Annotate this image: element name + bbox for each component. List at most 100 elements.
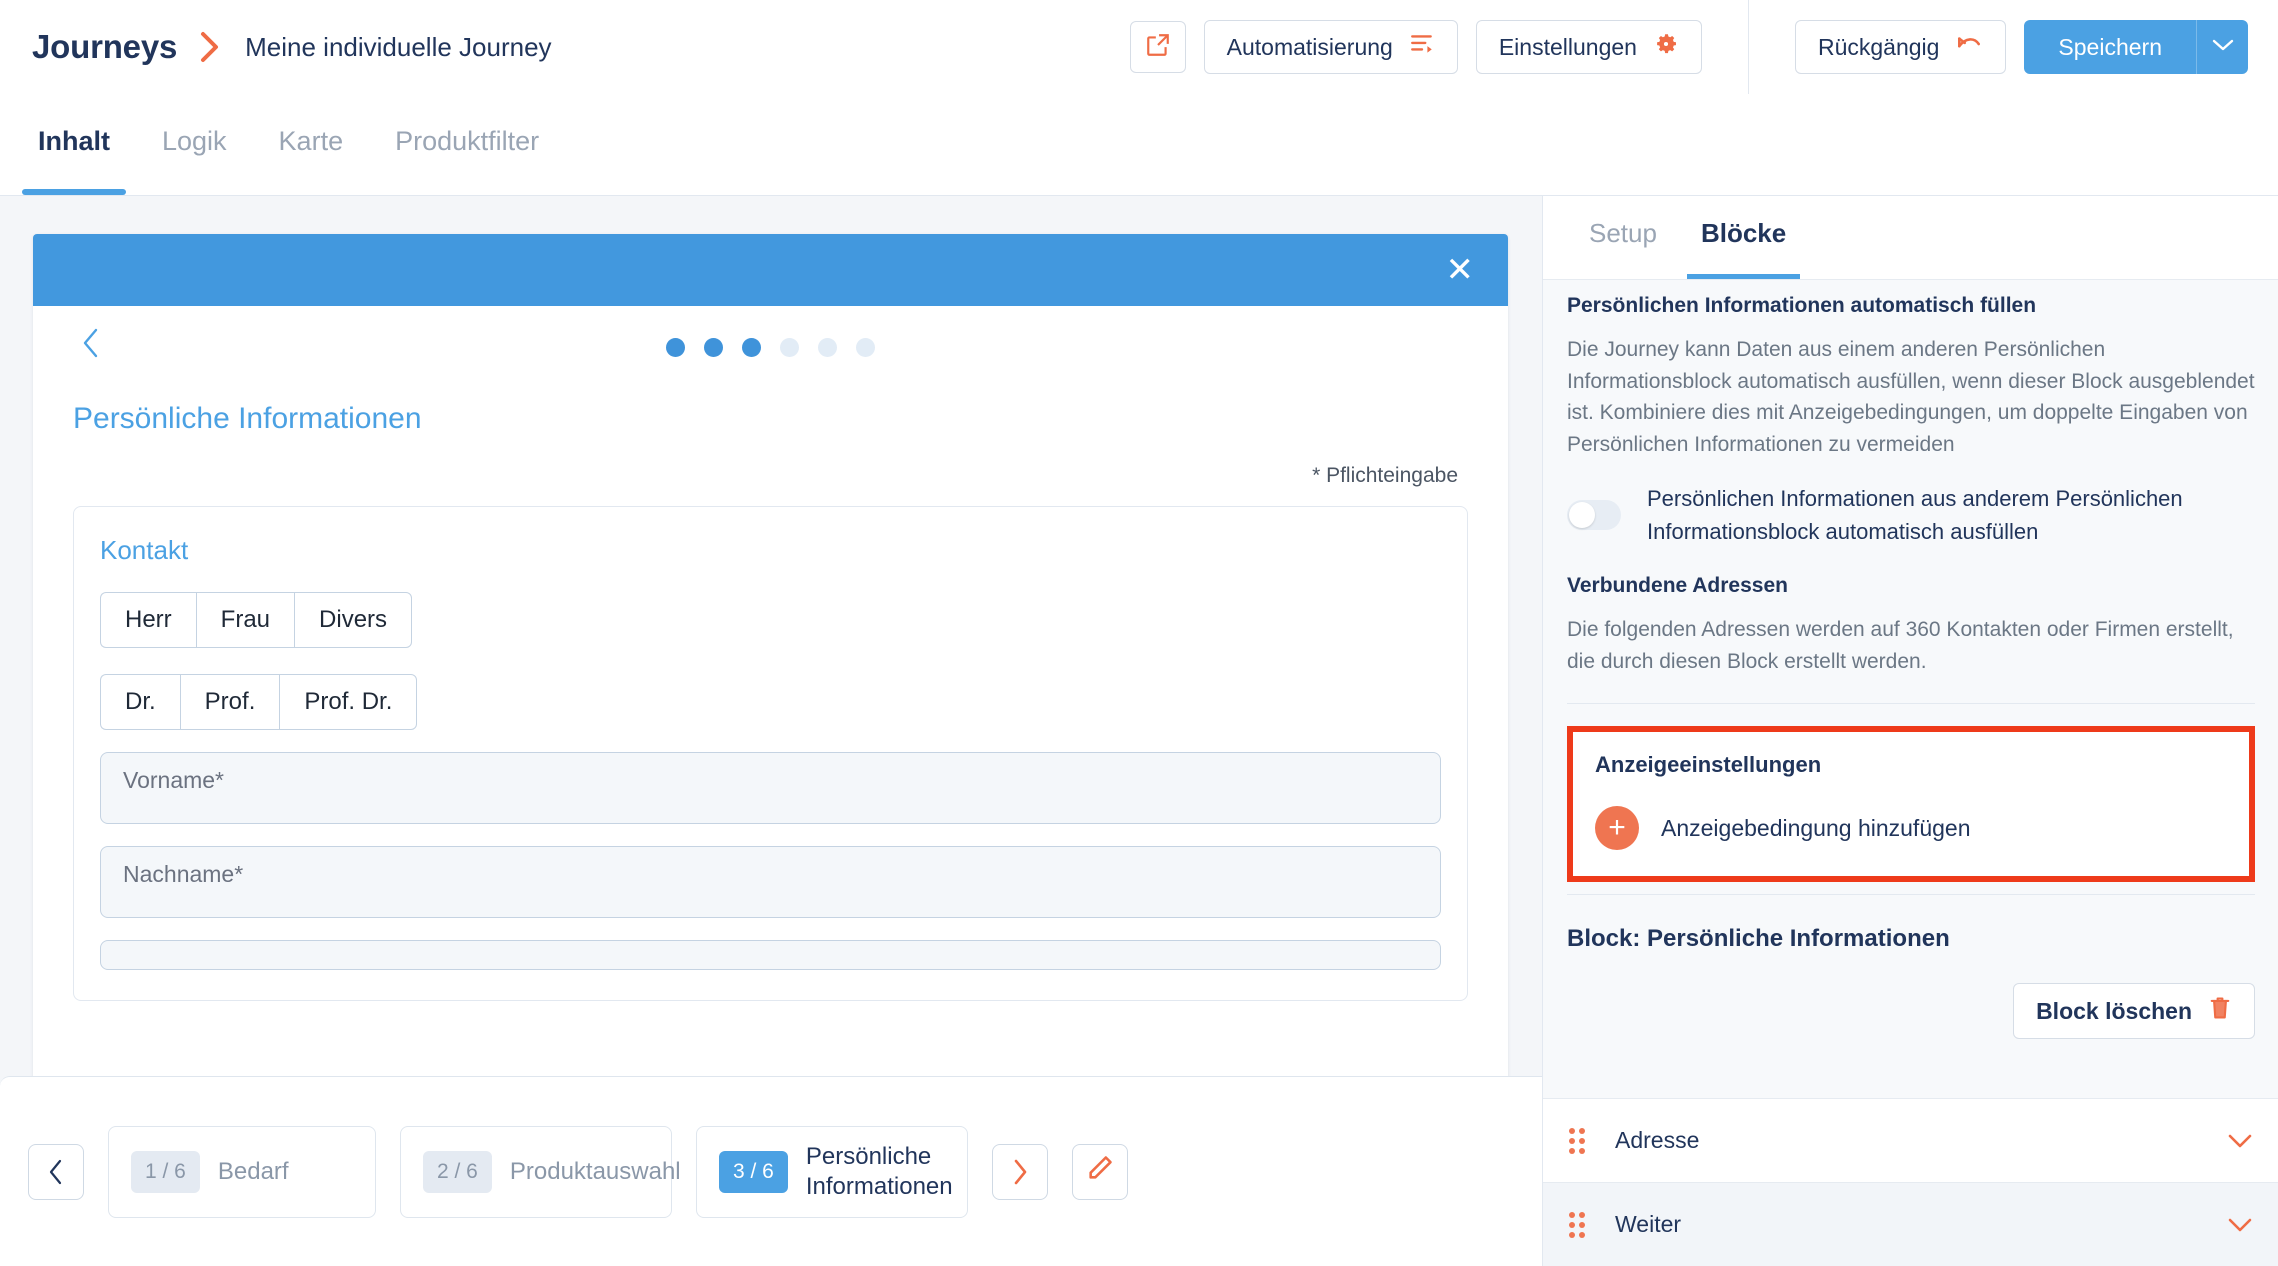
automation-list-icon [1409,32,1435,62]
panel-tabs: Setup Blöcke [1543,196,2278,280]
vorname-input[interactable]: Vorname* [100,752,1441,824]
kontakt-fieldset: Kontakt Herr Frau Divers Dr. Prof. Prof.… [73,506,1468,1001]
body-area: ✕ Persönliche Informationen * Pflichtein… [0,196,2278,1266]
carousel-dot[interactable] [666,337,685,357]
linked-addresses-heading: Verbundene Adressen [1567,574,1788,597]
block-list-item-adresse[interactable]: Adresse [1543,1098,2278,1182]
drag-handle-icon[interactable] [1569,1127,1585,1154]
step-label: Bedarf [217,1157,289,1185]
next-field-input-clipped[interactable] [100,940,1441,970]
toolbar-divider [1747,0,1749,94]
preview-form-body: Persönliche Informationen * Pflichteinga… [33,388,1508,1001]
step-label: Persönliche Informationen [805,1143,953,1200]
block-list-item-label: Weiter [1615,1211,1682,1237]
carousel-dot[interactable] [818,337,837,357]
tab-logik[interactable]: Logik [136,94,253,195]
add-display-condition-label: Anzeigebedingung hinzufügen [1661,814,1971,841]
step-badge: 2 / 6 [423,1150,492,1193]
block-title: Block: Persönliche Informationen [1567,925,1950,952]
save-dropdown-button[interactable] [2196,20,2248,74]
block-list: Adresse Weiter [1543,1098,2278,1266]
pencil-icon [1086,1154,1114,1189]
journey-step-bar: 1 / 6 Bedarf 2 / 6 Produktauswahl 3 / 6 … [0,1076,1542,1266]
tab-inhalt[interactable]: Inhalt [12,94,136,195]
required-field-note: * Pflichteingabe [1312,464,1458,487]
fieldset-heading: Kontakt [100,535,189,565]
external-link-button[interactable] [1129,21,1186,73]
panel-scroll-area[interactable]: Persönlichen Informationen automatisch f… [1543,280,2278,1266]
add-display-condition-button[interactable]: + Anzeigebedingung hinzufügen [1595,806,2227,850]
delete-block-row: Block löschen [1543,953,2278,1039]
main-tabs: Inhalt Logik Karte Produktfilter [0,94,2278,196]
step-card-bedarf[interactable]: 1 / 6 Bedarf [108,1125,376,1218]
autofill-section: Persönlichen Informationen automatisch f… [1543,280,2278,548]
automation-button[interactable]: Automatisierung [1203,20,1458,74]
chevron-down-icon [2212,38,2234,57]
step-next-button[interactable] [992,1143,1048,1200]
salutation-option-herr[interactable]: Herr [100,592,196,648]
carousel-dot[interactable] [780,337,799,357]
breadcrumb: Journeys Meine individuelle Journey [0,28,552,66]
autofill-toggle[interactable] [1567,500,1621,530]
linked-addresses-section: Verbundene Adressen Die folgenden Adress… [1543,548,2278,677]
save-button[interactable]: Speichern [2024,20,2196,74]
preview-hero-banner: ✕ [33,234,1508,306]
carousel-dot[interactable] [704,337,723,357]
linked-addresses-description: Die folgenden Adressen werden auf 360 Ko… [1567,618,2234,673]
step-badge: 3 / 6 [719,1150,788,1193]
save-button-group: Speichern [2024,20,2278,74]
undo-button-label: Rückgängig [1817,33,1940,60]
step-card-persoenliche-informationen[interactable]: 3 / 6 Persönliche Informationen [696,1125,968,1218]
carousel-dot[interactable] [742,337,761,357]
chevron-down-icon[interactable] [2227,1209,2253,1240]
toggle-knob [1569,502,1595,528]
drag-handle-icon[interactable] [1569,1211,1585,1238]
chevron-right-icon [197,30,223,64]
plus-circle-icon: + [1595,806,1639,850]
chevron-left-icon[interactable] [81,327,101,367]
step-label: Produktauswahl [509,1157,681,1185]
form-heading: Persönliche Informationen [73,402,422,435]
delete-block-label: Block löschen [2036,997,2192,1024]
title-option-dr[interactable]: Dr. [100,674,180,730]
close-icon[interactable]: ✕ [1446,253,1475,287]
carousel-dots [666,337,875,357]
tab-produktfilter[interactable]: Produktfilter [369,94,565,195]
app-root: Journeys Meine individuelle Journey Auto… [0,0,2278,1266]
brand-journeys[interactable]: Journeys [32,28,177,66]
title-option-prof-dr[interactable]: Prof. Dr. [279,674,418,730]
autofill-heading: Persönlichen Informationen automatisch f… [1567,294,2037,317]
chevron-down-icon[interactable] [2227,1125,2253,1156]
step-prev-button[interactable] [28,1143,84,1200]
external-link-icon [1145,32,1171,63]
journey-preview-card: ✕ Persönliche Informationen * Pflichtein… [33,234,1508,1094]
panel-tab-setup[interactable]: Setup [1567,196,1679,279]
block-list-item-weiter[interactable]: Weiter [1543,1182,2278,1266]
gear-icon [1653,31,1679,63]
display-settings-heading: Anzeigeeinstellungen [1595,752,1822,777]
autofill-toggle-row: Persönlichen Informationen aus anderem P… [1567,482,2255,548]
tab-karte[interactable]: Karte [253,94,370,195]
undo-button[interactable]: Rückgängig [1794,20,2007,74]
delete-block-button[interactable]: Block löschen [2013,983,2255,1039]
step-edit-button[interactable] [1072,1143,1128,1200]
step-badge: 1 / 6 [131,1150,200,1193]
title-option-prof[interactable]: Prof. [179,674,280,730]
salutation-option-frau[interactable]: Frau [195,592,295,648]
panel-divider [1567,703,2255,704]
undo-arrow-icon [1955,32,1983,62]
nachname-input[interactable]: Nachname* [100,846,1441,918]
title-segmented-control: Dr. Prof. Prof. Dr. [100,674,1441,730]
settings-button-label: Einstellungen [1498,33,1637,60]
settings-button[interactable]: Einstellungen [1475,20,1702,74]
salutation-option-divers[interactable]: Divers [294,592,413,648]
topbar-actions: Automatisierung Einstellungen Rückgängig… [1129,0,2278,94]
trash-icon [2208,995,2232,1027]
autofill-toggle-label: Persönlichen Informationen aus anderem P… [1647,486,2183,544]
carousel-indicator-row [33,306,1508,388]
salutation-segmented-control: Herr Frau Divers [100,592,1441,648]
panel-tab-bloecke[interactable]: Blöcke [1679,196,1808,279]
preview-column: ✕ Persönliche Informationen * Pflichtein… [0,196,1542,1266]
carousel-dot[interactable] [856,337,875,357]
step-card-produktauswahl[interactable]: 2 / 6 Produktauswahl [400,1125,681,1218]
